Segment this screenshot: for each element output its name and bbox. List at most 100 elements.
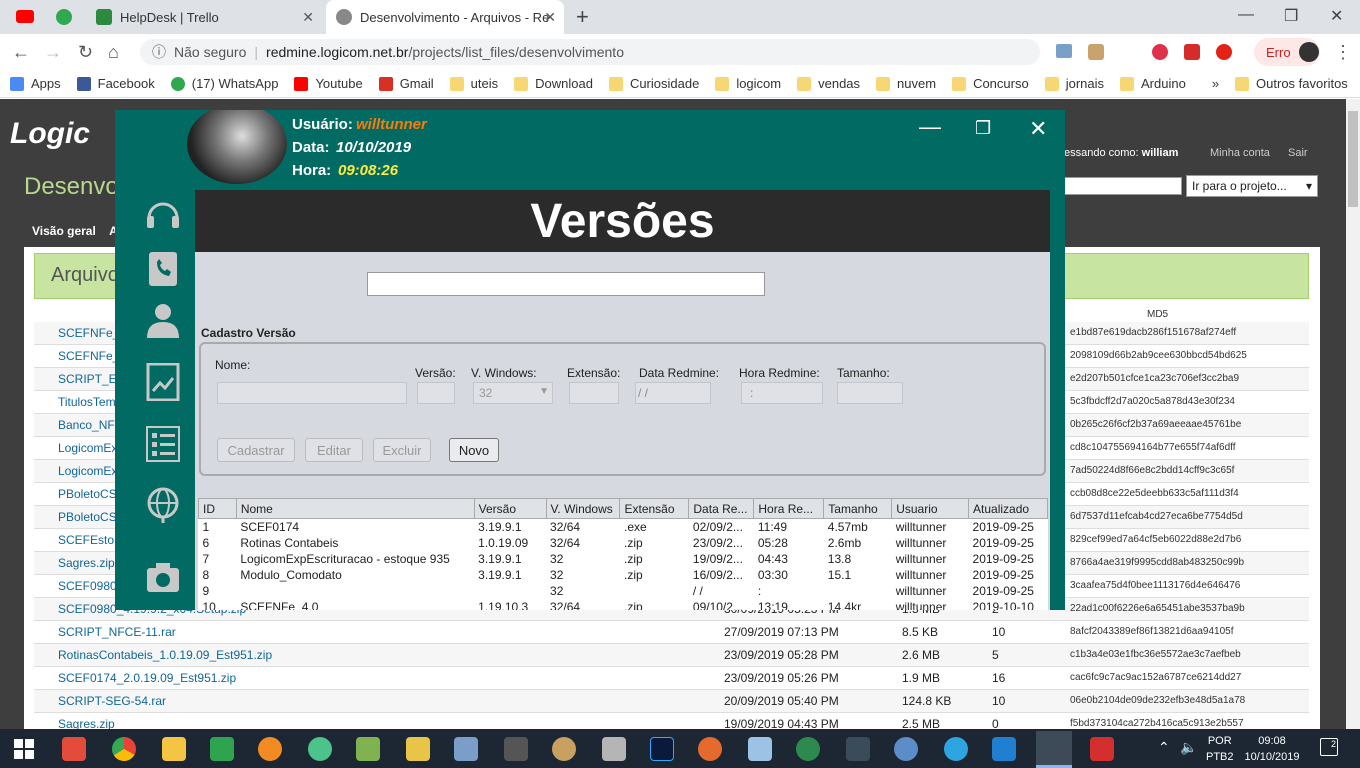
bookmark-folder[interactable]: uteis (449, 76, 498, 91)
notification-icon[interactable]: 2 (1320, 738, 1338, 756)
menu-icon[interactable]: ⋮ (1334, 42, 1352, 63)
youtube-ext-icon[interactable] (1216, 44, 1232, 60)
minimize-window-icon[interactable]: — (1238, 6, 1254, 24)
column-header[interactable]: Usuario (891, 498, 970, 519)
logged-user-link[interactable]: william (1142, 147, 1179, 159)
restore-window-icon[interactable]: ❐ (1284, 6, 1298, 26)
extension-icon[interactable] (1184, 44, 1200, 60)
tab-trello[interactable]: HelpDesk | Trello ✕ (86, 0, 322, 34)
file-link[interactable]: SCEF0174_2.0.19.09_Est951.zip (58, 671, 236, 685)
app-icon[interactable] (846, 737, 870, 761)
file-link[interactable]: SCRIPT_NFCE-11.rar (58, 625, 176, 639)
logout-link[interactable]: Sair (1288, 147, 1308, 159)
column-header[interactable]: Versão (473, 498, 547, 519)
checklist-icon[interactable] (145, 425, 181, 463)
table-row[interactable]: 8 Modulo_Comodato 3.19.9.1 32 .zip 16/09/2...… (199, 567, 1048, 583)
bookmark-folder[interactable]: Curiosidade (608, 76, 699, 91)
telegram-icon[interactable] (944, 737, 968, 761)
bookmark-youtube[interactable]: Youtube (294, 76, 363, 91)
photoshop-icon[interactable] (650, 737, 674, 761)
clock[interactable]: 09:08 10/10/2019 (1240, 733, 1304, 765)
close-tab-icon[interactable]: ✕ (544, 9, 556, 26)
delete-button[interactable]: Excluir (373, 438, 431, 462)
app-icon[interactable] (62, 737, 86, 761)
scrollbar-thumb[interactable] (1348, 111, 1358, 207)
address-bar[interactable]: ⓘ Não seguro | redmine.logicom.net.br /p… (140, 39, 1040, 65)
whatsapp-pinned-tab[interactable] (56, 9, 72, 25)
headset-icon[interactable] (145, 196, 181, 234)
redmine-date-field[interactable]: / / (635, 382, 711, 404)
app-icon[interactable] (258, 737, 282, 761)
camera-icon[interactable] (145, 558, 181, 596)
bookmark-apps[interactable]: Apps (10, 76, 61, 91)
my-account-link[interactable]: Minha conta (1210, 147, 1270, 159)
file-link[interactable]: SCRIPT_E (58, 372, 117, 386)
active-app-icon[interactable] (1036, 731, 1072, 768)
file-link[interactable]: RotinasContabeis_1.0.19.09_Est951.zip (58, 648, 272, 662)
new-tab-button[interactable]: + (576, 4, 589, 30)
file-link[interactable]: SCEFEsto (58, 533, 114, 547)
app-icon[interactable] (698, 737, 722, 761)
column-header[interactable]: Atualizado (968, 498, 1048, 519)
app-icon[interactable] (406, 737, 430, 761)
search-input[interactable] (1064, 177, 1182, 195)
chrome-icon[interactable] (112, 737, 136, 761)
size-field[interactable] (837, 382, 903, 404)
app-icon[interactable] (504, 737, 528, 761)
bookmark-gmail[interactable]: Gmail (378, 76, 434, 91)
file-link[interactable]: PBoletoCS (58, 487, 117, 501)
app-icon[interactable] (796, 737, 820, 761)
column-header[interactable]: Hora Re... (753, 498, 825, 519)
table-row[interactable]: 10 SCEFNFe_4.0 1.19.10.3 32/64 .zip 09/10/2..… (199, 599, 1048, 611)
reload-icon[interactable]: ↻ (78, 42, 93, 63)
bookmark-folder[interactable]: Download (514, 76, 593, 91)
bookmark-folder[interactable]: jornais (1044, 76, 1104, 91)
youtube-pinned-tab[interactable] (16, 10, 34, 23)
file-link[interactable]: Sagres.zip (58, 717, 115, 729)
new-button[interactable]: Novo (449, 438, 499, 462)
register-button[interactable]: Cadastrar (217, 438, 295, 462)
bookmark-other[interactable]: Outros favoritos (1235, 76, 1348, 91)
back-icon[interactable]: ← (12, 42, 30, 63)
app-icon[interactable] (454, 737, 478, 761)
close-tab-icon[interactable]: ✕ (302, 9, 314, 26)
project-jump-select[interactable]: Ir para o projeto... ▾ (1186, 175, 1318, 197)
column-header[interactable]: ID (198, 498, 237, 519)
app-icon[interactable] (356, 737, 380, 761)
file-link[interactable]: LogicomEx (58, 464, 117, 478)
redmine-time-field[interactable]: : (741, 382, 823, 404)
file-link[interactable]: SCRIPT-SEG-54.rar (58, 694, 166, 708)
report-icon[interactable] (145, 362, 181, 402)
windows-start-icon[interactable] (14, 739, 34, 759)
app-icon[interactable] (210, 737, 234, 761)
file-link[interactable]: SCEFNFe_ (58, 326, 119, 340)
extension-icon[interactable] (1056, 44, 1072, 58)
vscode-icon[interactable] (992, 737, 1016, 761)
app-icon[interactable] (308, 737, 332, 761)
home-icon[interactable]: ⌂ (108, 42, 119, 63)
app-icon[interactable] (552, 737, 576, 761)
extension-field[interactable] (569, 382, 619, 404)
profile-error-button[interactable]: Erro (1254, 38, 1320, 66)
bookmark-folder[interactable]: nuvem (876, 76, 936, 91)
column-header[interactable]: Data Re... (688, 498, 755, 519)
bookmark-facebook[interactable]: Facebook (76, 76, 155, 91)
edit-button[interactable]: Editar (305, 438, 363, 462)
column-header[interactable]: Tamanho (823, 498, 893, 519)
file-link[interactable]: SCEF0980 (58, 579, 117, 593)
windows-version-select[interactable]: 32 ▼ (473, 382, 553, 404)
column-header[interactable]: Nome (235, 498, 475, 519)
pocket-icon[interactable] (1152, 44, 1168, 60)
page-scrollbar[interactable] (1346, 99, 1360, 729)
pdf-icon[interactable] (1090, 737, 1114, 761)
app-icon[interactable] (748, 737, 772, 761)
table-row[interactable]: 9 32 / /: willtunner 2019-09-25 (199, 583, 1048, 599)
minimize-icon[interactable]: — (919, 114, 941, 140)
more-bookmarks-button[interactable]: » (1212, 76, 1219, 91)
bookmark-folder[interactable]: Arduino (1120, 76, 1186, 91)
file-link[interactable]: LogicomEx (58, 441, 117, 455)
globe-icon[interactable] (145, 486, 181, 524)
version-field[interactable] (417, 382, 455, 404)
tray-chevron-icon[interactable]: ⌃ (1158, 739, 1170, 756)
logicom-logo[interactable]: Logic (10, 117, 90, 151)
